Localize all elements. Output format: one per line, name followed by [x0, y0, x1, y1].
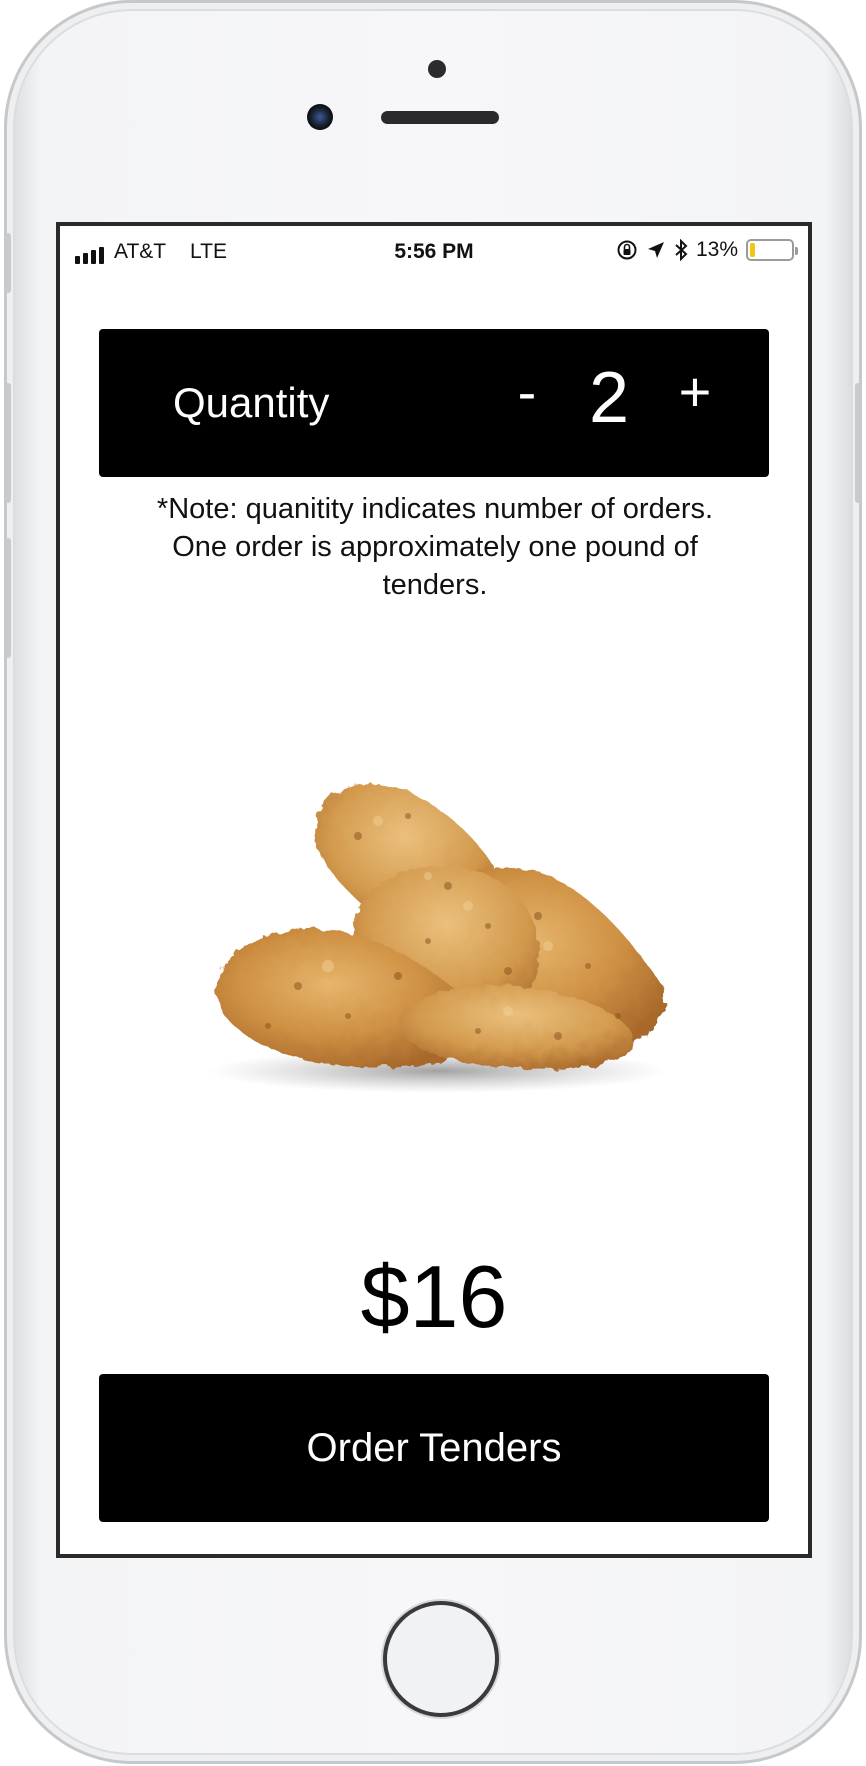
battery-percent: 13% — [695, 238, 738, 261]
chicken-tenders-image — [208, 784, 668, 1093]
volume-down-button — [5, 538, 11, 658]
earpiece-speaker — [381, 111, 499, 124]
battery-level-fill — [750, 243, 755, 257]
quantity-note: *Note: quanitity indicates number of ord… — [156, 493, 714, 601]
proximity-sensor — [428, 60, 446, 78]
order-button-label: Order Tenders — [306, 1425, 562, 1470]
mute-switch — [5, 233, 11, 293]
status-right-group: 13% — [616, 238, 798, 262]
rotation-lock-icon — [617, 240, 637, 260]
increment-button[interactable]: + — [667, 359, 723, 424]
quantity-bar: Quantity - 2 + — [99, 329, 769, 477]
volume-up-button — [5, 383, 11, 503]
battery-icon — [746, 239, 798, 261]
quantity-label: Quantity — [173, 379, 330, 426]
location-arrow-icon — [647, 242, 664, 258]
price-total: $16 — [360, 1247, 508, 1346]
status-bar: AT&T LTE 5:56 PM 13% — [60, 226, 808, 272]
bluetooth-icon — [675, 239, 688, 261]
front-camera — [307, 104, 333, 130]
home-button[interactable] — [383, 1601, 499, 1717]
quantity-value: 2 — [588, 358, 630, 438]
decrement-button[interactable]: - — [507, 359, 547, 424]
order-tenders-button[interactable]: Order Tenders — [99, 1374, 769, 1522]
power-button — [855, 383, 861, 503]
app-screen: AT&T LTE 5:56 PM 13% Quantity - 2 + *Not… — [56, 222, 812, 1558]
